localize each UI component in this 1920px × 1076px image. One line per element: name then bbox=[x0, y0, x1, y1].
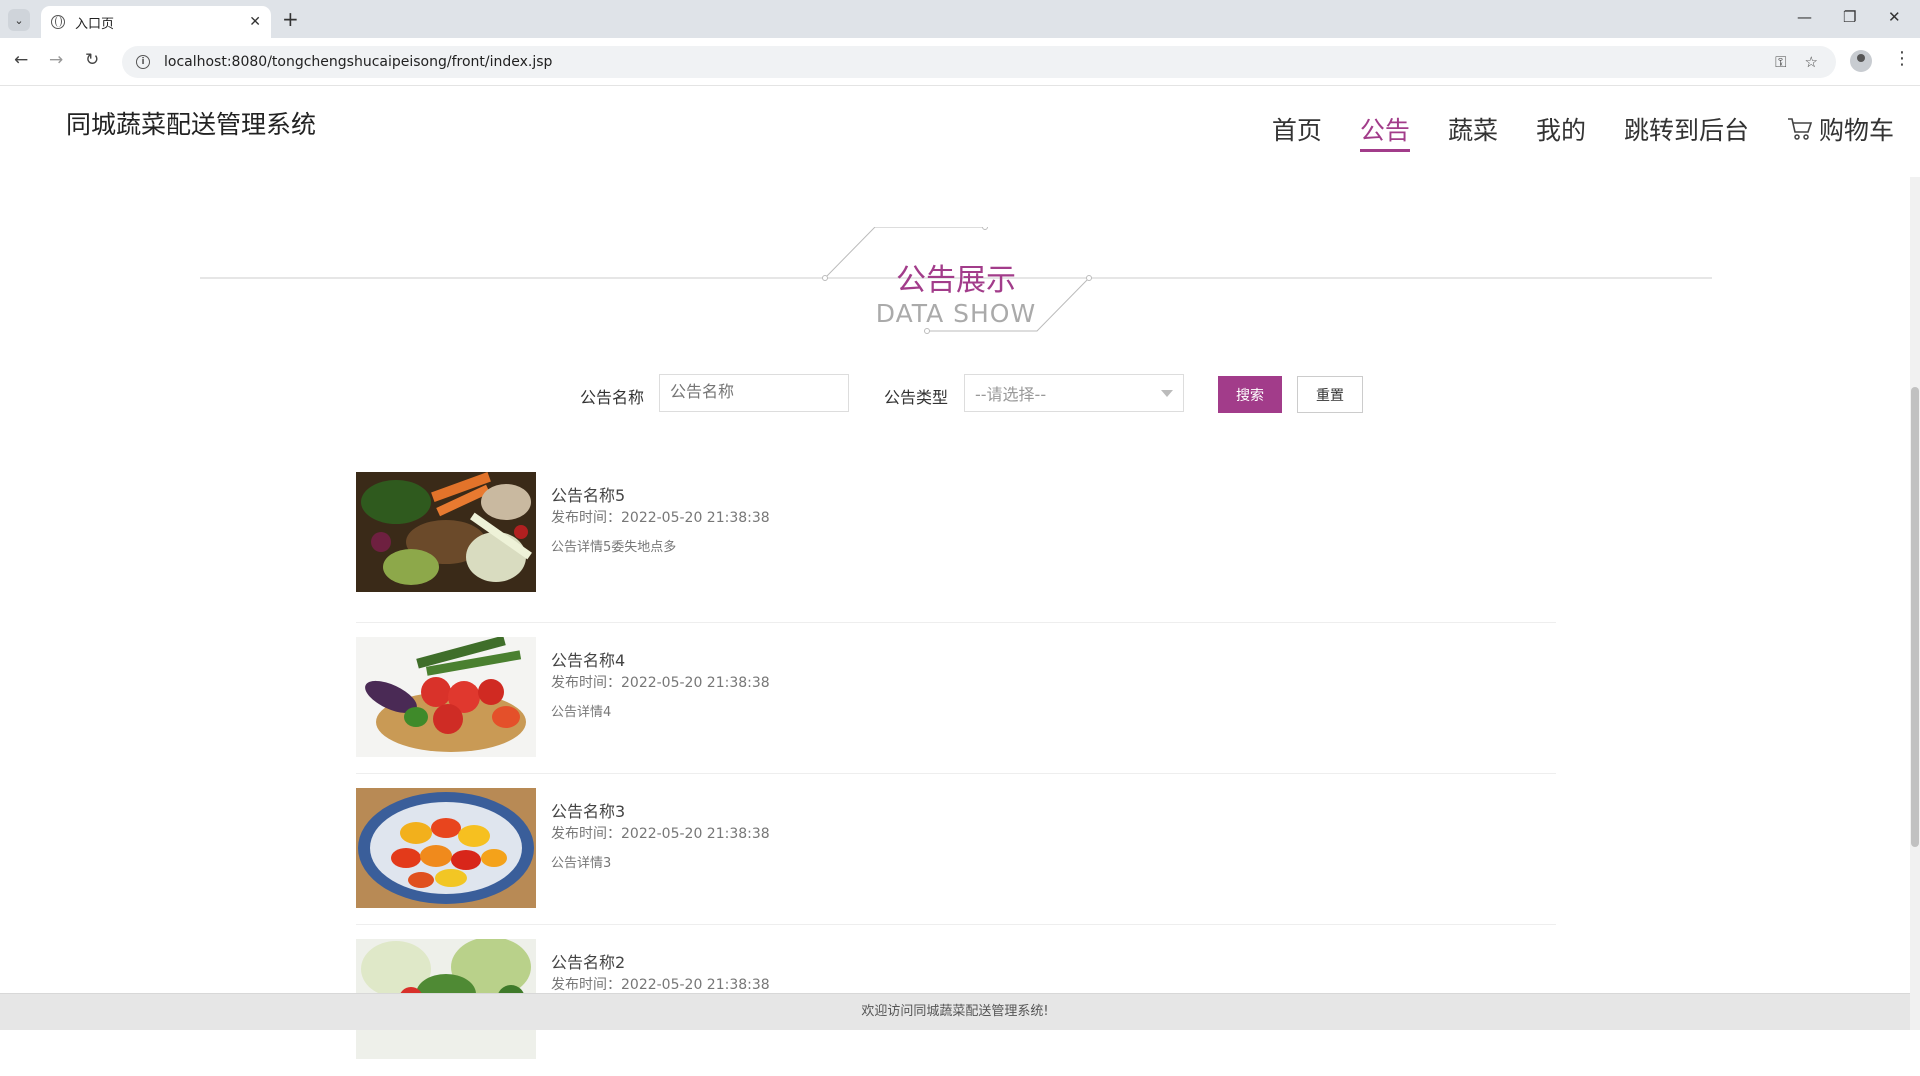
notice-image[interactable] bbox=[356, 472, 536, 592]
restore-icon[interactable]: ❐ bbox=[1843, 8, 1856, 26]
cart-icon bbox=[1787, 117, 1813, 141]
more-menu-icon[interactable]: ⋮ bbox=[1893, 48, 1911, 69]
notice-title[interactable]: 公告名称3 bbox=[551, 798, 625, 822]
notice-time: 发布时间：2022-05-20 21:38:38 bbox=[551, 977, 770, 993]
tab-search-icon[interactable]: ⌄ bbox=[8, 9, 30, 31]
notice-detail: 公告详情4 bbox=[551, 705, 612, 720]
notice-detail: 公告详情3 bbox=[551, 856, 612, 871]
nav-cart-label: 购物车 bbox=[1818, 116, 1894, 145]
tab-title: 入口页 bbox=[75, 16, 115, 32]
notice-time: 发布时间：2022-05-20 21:38:38 bbox=[551, 826, 770, 842]
notice-name-input[interactable] bbox=[659, 374, 849, 412]
browser-toolbar: ← → ↻ i localhost:8080/tongchengshucaipe… bbox=[0, 38, 1920, 86]
back-icon[interactable]: ← bbox=[14, 50, 28, 70]
page-scrollbar[interactable] bbox=[1910, 177, 1920, 1030]
site-info-icon[interactable]: i bbox=[136, 55, 150, 69]
site-title: 同城蔬菜配送管理系统 bbox=[66, 110, 317, 139]
notice-time: 发布时间：2022-05-20 21:38:38 bbox=[551, 510, 770, 526]
url-text: localhost:8080/tongchengshucaipeisong/fr… bbox=[164, 54, 553, 70]
search-button[interactable]: 搜索 bbox=[1218, 376, 1282, 413]
reset-button[interactable]: 重置 bbox=[1297, 376, 1363, 413]
globe-icon bbox=[51, 15, 65, 29]
chevron-down-icon bbox=[1161, 390, 1173, 397]
key-icon[interactable]: ⚿ bbox=[1775, 53, 1786, 71]
notice-title[interactable]: 公告名称2 bbox=[551, 949, 625, 973]
window-close-icon[interactable]: ✕ bbox=[1888, 8, 1901, 26]
nav-backend[interactable]: 跳转到后台 bbox=[1624, 111, 1749, 152]
profile-avatar-icon[interactable] bbox=[1850, 50, 1872, 72]
notice-detail: 公告详情5委失地点多 bbox=[551, 540, 677, 555]
reload-icon[interactable]: ↻ bbox=[85, 50, 99, 70]
page-content: 同城蔬菜配送管理系统 首页 公告 蔬菜 我的 跳转到后台 购物车 公告展示 DA… bbox=[0, 87, 1920, 1059]
notice-title[interactable]: 公告名称5 bbox=[551, 482, 625, 506]
address-bar[interactable]: i localhost:8080/tongchengshucaipeisong/… bbox=[122, 46, 1836, 78]
browser-tab[interactable]: 入口页 ✕ bbox=[41, 6, 271, 38]
notice-item[interactable]: 公告名称4 发布时间：2022-05-20 21:38:38 公告详情4 bbox=[356, 623, 1556, 774]
scrollbar-thumb[interactable] bbox=[1911, 387, 1919, 847]
nav-notice[interactable]: 公告 bbox=[1359, 111, 1410, 152]
notice-image[interactable] bbox=[356, 637, 536, 757]
footer: 欢迎访问同城蔬菜配送管理系统! bbox=[0, 993, 1910, 1030]
notice-time: 发布时间：2022-05-20 21:38:38 bbox=[551, 675, 770, 691]
new-tab-icon[interactable]: + bbox=[282, 7, 299, 31]
nav-home[interactable]: 首页 bbox=[1272, 111, 1322, 152]
notice-image[interactable] bbox=[356, 788, 536, 908]
forward-icon[interactable]: → bbox=[49, 50, 63, 70]
minimize-icon[interactable]: — bbox=[1797, 8, 1812, 26]
search-form: 公告名称 公告类型 --请选择-- 搜索 重置 bbox=[0, 374, 1920, 414]
notice-type-select[interactable]: --请选择-- bbox=[964, 374, 1184, 412]
browser-tab-bar: ⌄ 入口页 ✕ + — ❐ ✕ bbox=[0, 0, 1920, 38]
tab-close-icon[interactable]: ✕ bbox=[249, 14, 261, 30]
notice-name-label: 公告名称 bbox=[580, 388, 645, 407]
section-header: 公告展示 DATA SHOW bbox=[200, 227, 1712, 347]
nav-cart[interactable]: 购物车 bbox=[1787, 111, 1894, 152]
section-subtitle: DATA SHOW bbox=[875, 299, 1037, 328]
nav-vegetables[interactable]: 蔬菜 bbox=[1448, 111, 1498, 152]
notice-item[interactable]: 公告名称3 发布时间：2022-05-20 21:38:38 公告详情3 bbox=[356, 774, 1556, 925]
section-title: 公告展示 bbox=[896, 263, 1016, 298]
notice-type-label: 公告类型 bbox=[884, 388, 949, 407]
main-nav: 首页 公告 蔬菜 我的 跳转到后台 购物车 bbox=[1234, 111, 1894, 152]
bookmark-star-icon[interactable]: ☆ bbox=[1805, 53, 1818, 71]
notice-item[interactable]: 公告名称5 发布时间：2022-05-20 21:38:38 公告详情5委失地点… bbox=[356, 472, 1556, 623]
nav-mine[interactable]: 我的 bbox=[1536, 111, 1586, 152]
notice-list: 公告名称5 发布时间：2022-05-20 21:38:38 公告详情5委失地点… bbox=[356, 472, 1556, 1076]
notice-type-selected: --请选择-- bbox=[975, 385, 1047, 404]
notice-title[interactable]: 公告名称4 bbox=[551, 647, 625, 671]
